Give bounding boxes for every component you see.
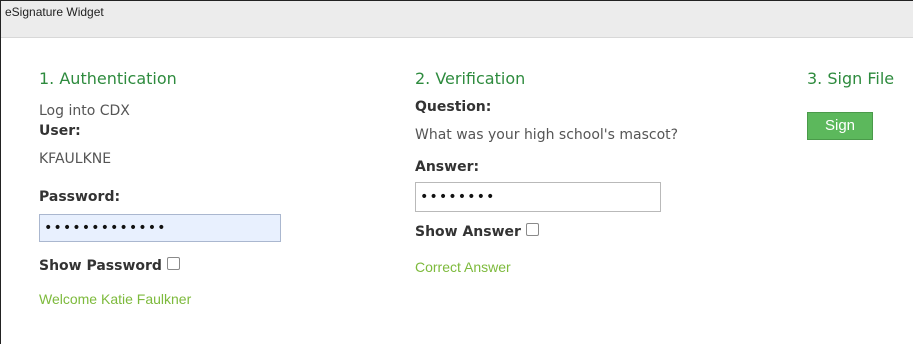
- widget-titlebar: eSignature Widget: [1, 1, 913, 38]
- authentication-status: Welcome Katie Faulkner: [39, 291, 192, 307]
- sign-heading: 3. Sign File: [807, 69, 895, 88]
- user-label: User:: [39, 123, 81, 139]
- widget-title: eSignature Widget: [5, 5, 104, 19]
- verification-heading: 2. Verification: [415, 69, 526, 88]
- show-password-checkbox[interactable]: [166, 257, 180, 270]
- password-field[interactable]: •••••••••••••: [39, 214, 281, 242]
- question-label: Question:: [415, 99, 492, 115]
- answer-label: Answer:: [415, 159, 480, 175]
- user-value: KFAULKNE: [39, 151, 112, 167]
- authentication-heading: 1. Authentication: [39, 69, 177, 88]
- sign-button[interactable]: Sign: [807, 112, 873, 140]
- esignature-widget: eSignature Widget 1. Authentication Log …: [0, 0, 913, 344]
- verification-status: Correct Answer: [415, 259, 511, 275]
- show-password-label: Show Password: [39, 258, 162, 274]
- answer-field[interactable]: ••••••••: [415, 182, 661, 212]
- show-answer-checkbox[interactable]: [525, 223, 539, 236]
- password-label: Password:: [39, 189, 121, 205]
- question-text: What was your high school's mascot?: [415, 127, 679, 143]
- show-answer-label: Show Answer: [415, 224, 521, 240]
- authentication-subheading: Log into CDX: [39, 103, 130, 119]
